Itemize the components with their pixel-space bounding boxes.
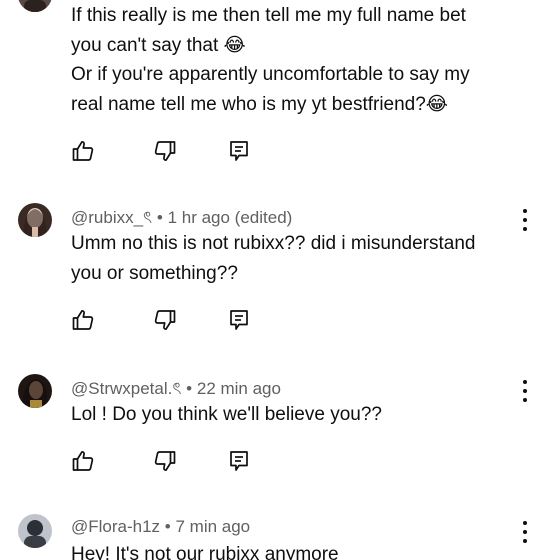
more-vertical-icon bbox=[523, 521, 527, 525]
comment-text-line: real name tell me who is my yt bestfrien… bbox=[71, 94, 449, 115]
channel-handle[interactable]: @rubixx_ৎ bbox=[71, 208, 152, 227]
comment-text-line: Or if you're apparently uncomfortable to… bbox=[71, 64, 470, 85]
channel-handle[interactable]: @Flora-h1z bbox=[71, 517, 160, 536]
like-button[interactable] bbox=[71, 139, 95, 163]
avatar[interactable] bbox=[18, 203, 52, 237]
comment-actions bbox=[0, 449, 560, 475]
comment-time: 22 min ago bbox=[196, 379, 281, 398]
reply-button[interactable] bbox=[227, 308, 251, 332]
thumbs-down-icon bbox=[154, 141, 176, 162]
thumbs-up-icon bbox=[72, 140, 94, 161]
comment-actions bbox=[0, 308, 560, 334]
more-vertical-icon bbox=[523, 380, 527, 384]
comment-text-line: you can't say that 😂 bbox=[71, 35, 246, 56]
reply-icon bbox=[230, 310, 248, 330]
comment-time: 7 min ago bbox=[175, 517, 251, 536]
dislike-button[interactable] bbox=[153, 449, 177, 473]
like-button[interactable] bbox=[71, 449, 95, 473]
thumbs-up-icon bbox=[72, 450, 94, 471]
like-button[interactable] bbox=[71, 308, 95, 332]
thumbs-down-icon bbox=[154, 310, 176, 331]
comment-text-line: Umm no this is not rubixx?? did i misund… bbox=[71, 233, 476, 254]
more-options-button[interactable] bbox=[515, 207, 535, 233]
dislike-button[interactable] bbox=[153, 308, 177, 332]
comment-actions bbox=[0, 139, 560, 165]
avatar[interactable] bbox=[18, 0, 52, 12]
comment-text-line: If this really is me then tell me my ful… bbox=[71, 5, 466, 26]
more-options-button[interactable] bbox=[515, 378, 535, 404]
comment-time: 1 hr ago (edited) bbox=[167, 208, 293, 227]
comment-text-line: Lol ! Do you think we'll believe you?? bbox=[71, 404, 382, 425]
separator-dot: • bbox=[186, 379, 193, 398]
more-vertical-icon bbox=[523, 209, 527, 213]
thumbs-up-icon bbox=[72, 309, 94, 330]
channel-handle[interactable]: @Strwxpetal.ৎ bbox=[71, 379, 181, 398]
separator-dot: • bbox=[156, 208, 163, 227]
reply-icon bbox=[230, 141, 248, 161]
reply-button[interactable] bbox=[227, 139, 251, 163]
reply-icon bbox=[230, 451, 248, 471]
thumbs-down-icon bbox=[154, 451, 176, 472]
comment-header: @Flora-h1z • 7 min ago bbox=[71, 517, 250, 537]
avatar[interactable] bbox=[18, 374, 52, 408]
comment-text-line: you or something?? bbox=[71, 263, 238, 284]
avatar[interactable] bbox=[18, 514, 52, 548]
more-options-button[interactable] bbox=[515, 519, 535, 545]
comment-text-line: Hey! It's not our rubixx anymore bbox=[71, 544, 339, 560]
separator-dot: • bbox=[164, 517, 171, 536]
comments-section: If this really is me then tell me my ful… bbox=[0, 0, 560, 560]
reply-button[interactable] bbox=[227, 449, 251, 473]
dislike-button[interactable] bbox=[153, 139, 177, 163]
